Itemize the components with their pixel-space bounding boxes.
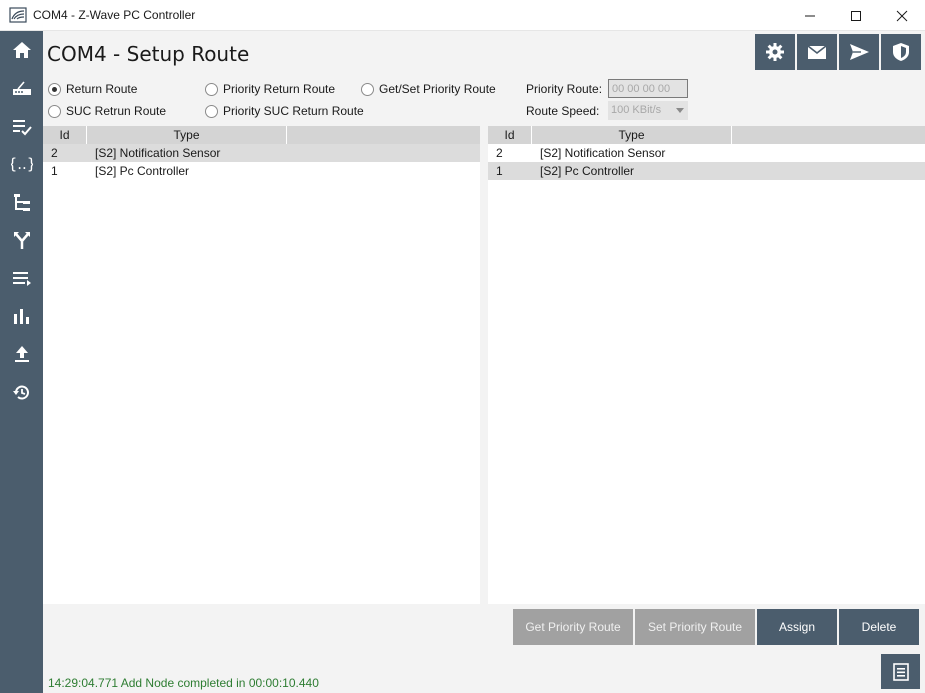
column-header-type[interactable]: Type (87, 126, 287, 144)
gear-icon (766, 43, 784, 61)
get-priority-route-button[interactable]: Get Priority Route (513, 609, 633, 645)
table-row[interactable]: 1 [S2] Pc Controller (43, 162, 480, 180)
sidebar-item-topology[interactable] (0, 183, 43, 221)
messages-button[interactable] (797, 34, 837, 70)
radio-circle (361, 82, 374, 96)
suc-return-route-radio[interactable]: SUC Retrun Route (48, 104, 166, 118)
title-bar: COM4 - Z-Wave PC Controller (0, 0, 925, 31)
radio-circle (48, 104, 61, 118)
send-icon (850, 44, 869, 60)
priority-route-input[interactable] (608, 79, 688, 98)
suc-return-route-label: SUC Retrun Route (66, 104, 167, 118)
sidebar-item-sequence[interactable] (0, 259, 43, 297)
column-header-spacer (732, 126, 925, 144)
priority-suc-return-route-radio[interactable]: Priority SUC Return Route (205, 104, 364, 118)
column-header-id[interactable]: Id (43, 126, 87, 144)
maximize-icon (851, 10, 861, 21)
sidebar-item-network[interactable] (0, 69, 43, 107)
set-priority-route-button[interactable]: Set Priority Route (635, 609, 755, 645)
assign-button[interactable]: Assign (757, 609, 837, 645)
cell-type: [S2] Pc Controller (540, 164, 635, 178)
route-speed-value: 100 KBit/s (611, 104, 662, 116)
sidebar-item-command-classes[interactable]: {..} (0, 145, 43, 183)
column-header-type[interactable]: Type (532, 126, 732, 144)
zwave-logo-icon (9, 7, 27, 23)
table-header: Id Type (488, 126, 925, 144)
log-button[interactable] (881, 654, 920, 689)
cell-type: [S2] Pc Controller (95, 164, 190, 178)
log-list-icon (892, 662, 909, 681)
mail-icon (807, 45, 827, 59)
column-header-spacer (287, 126, 480, 144)
maximize-button[interactable] (833, 0, 879, 31)
sidebar-item-home[interactable] (0, 31, 43, 69)
braces-icon: {..} (11, 155, 33, 173)
sidebar-item-firmware-update[interactable] (0, 335, 43, 373)
close-icon (896, 10, 908, 21)
status-message: 14:29:04.771 Add Node completed in 00:00… (48, 676, 319, 690)
route-speed-label: Route Speed: (526, 104, 600, 118)
priority-suc-return-route-label: Priority SUC Return Route (223, 104, 364, 118)
top-actions (753, 34, 921, 70)
route-speed-select[interactable]: 100 KBit/s (608, 101, 688, 120)
chevron-down-icon (676, 108, 684, 113)
close-button[interactable] (879, 0, 925, 31)
column-header-id[interactable]: Id (488, 126, 532, 144)
sidebar-item-statistics[interactable] (0, 297, 43, 335)
source-node-table: Id Type 2 [S2] Notification Sensor 1 [S2… (43, 126, 480, 604)
tree-icon (13, 194, 30, 211)
return-route-label: Return Route (66, 82, 138, 96)
page-title: COM4 - Setup Route (47, 42, 250, 66)
settings-button[interactable] (755, 34, 795, 70)
history-icon (12, 385, 29, 400)
table-header: Id Type (43, 126, 480, 144)
sidebar-item-commands[interactable] (0, 107, 43, 145)
route-split-icon (13, 232, 30, 249)
send-button[interactable] (839, 34, 879, 70)
cell-type: [S2] Notification Sensor (95, 146, 221, 160)
svg-text:{..}: {..} (11, 155, 33, 173)
get-set-priority-route-radio[interactable]: Get/Set Priority Route (361, 82, 496, 96)
cell-id: 1 (496, 164, 503, 178)
table-row[interactable]: 2 [S2] Notification Sensor (43, 144, 480, 162)
router-icon (12, 81, 31, 95)
cell-type: [S2] Notification Sensor (540, 146, 666, 160)
table-row[interactable]: 2 [S2] Notification Sensor (488, 144, 925, 162)
radio-circle (205, 82, 218, 96)
cell-id: 2 (51, 146, 58, 160)
priority-return-route-label: Priority Return Route (223, 82, 336, 96)
table-row[interactable]: 1 [S2] Pc Controller (488, 162, 925, 180)
upload-icon (14, 346, 29, 362)
list-forward-icon (12, 272, 31, 286)
minimize-icon (805, 15, 815, 16)
sidebar-item-setup-route[interactable] (0, 221, 43, 259)
radio-circle (205, 104, 218, 118)
delete-button[interactable]: Delete (839, 609, 919, 645)
cell-id: 1 (51, 164, 58, 178)
home-icon (12, 42, 31, 58)
get-set-priority-route-label: Get/Set Priority Route (379, 82, 496, 96)
priority-route-label: Priority Route: (526, 82, 603, 96)
sidebar-item-history[interactable] (0, 373, 43, 411)
window-title: COM4 - Z-Wave PC Controller (33, 8, 196, 22)
security-button[interactable] (881, 34, 921, 70)
cell-id: 2 (496, 146, 503, 160)
radio-circle (48, 82, 61, 96)
priority-return-route-radio[interactable]: Priority Return Route (205, 82, 335, 96)
sidebar: {..} (0, 31, 43, 693)
bar-chart-icon (13, 309, 29, 324)
destination-node-table: Id Type 2 [S2] Notification Sensor 1 [S2… (488, 126, 925, 604)
list-check-icon (12, 120, 32, 136)
return-route-radio[interactable]: Return Route (48, 82, 137, 96)
shield-icon (893, 43, 909, 61)
minimize-button[interactable] (787, 0, 833, 31)
